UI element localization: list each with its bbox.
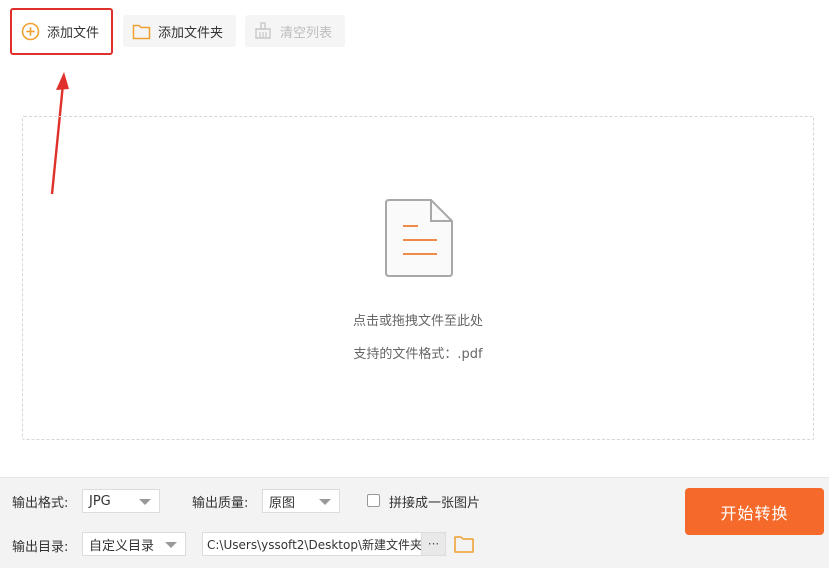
clear-list-button[interactable]: 清空列表 bbox=[245, 15, 345, 47]
drop-hint: 点击或拖拽文件至此处 bbox=[352, 314, 483, 329]
output-quality-value: 原图 bbox=[269, 495, 296, 511]
clear-list-label: 清空列表 bbox=[280, 25, 333, 41]
output-quality-label: 输出质量: bbox=[192, 496, 249, 511]
chevron-down-icon bbox=[139, 499, 151, 505]
chevron-down-icon bbox=[165, 542, 177, 548]
add-file-label: 添加文件 bbox=[47, 25, 100, 41]
document-icon bbox=[385, 199, 453, 277]
open-folder-icon[interactable] bbox=[453, 534, 475, 554]
output-path-field[interactable]: C:\Users\yssoft2\Desktop\新建文件夹\ ··· bbox=[202, 532, 446, 556]
options-bar: 输出格式: JPG 输出质量: 原图 拼接成一张图片 输出目录: 自定义目录 C… bbox=[0, 477, 829, 568]
add-folder-label: 添加文件夹 bbox=[158, 25, 224, 41]
add-file-button[interactable]: 添加文件 bbox=[12, 15, 110, 47]
output-dir-mode: 自定义目录 bbox=[89, 538, 155, 554]
output-quality-select[interactable]: 原图 bbox=[262, 489, 340, 513]
drop-zone[interactable]: 点击或拖拽文件至此处 支持的文件格式：.pdf bbox=[22, 116, 814, 440]
broom-icon bbox=[253, 21, 273, 41]
plus-circle-icon bbox=[20, 21, 40, 41]
output-format-select[interactable]: JPG bbox=[82, 489, 160, 513]
start-convert-button[interactable]: 开始转换 bbox=[685, 488, 824, 535]
output-dir-select[interactable]: 自定义目录 bbox=[82, 532, 186, 556]
add-folder-button[interactable]: 添加文件夹 bbox=[123, 15, 236, 47]
output-path-text: C:\Users\yssoft2\Desktop\新建文件夹\ bbox=[207, 537, 425, 552]
toolbar: 添加文件 添加文件夹 清空列表 bbox=[0, 0, 829, 62]
chevron-down-icon bbox=[319, 499, 331, 505]
merge-checkbox[interactable] bbox=[367, 494, 380, 507]
folder-icon bbox=[131, 21, 151, 41]
supported-formats: 支持的文件格式：.pdf bbox=[353, 347, 483, 362]
output-format-label: 输出格式: bbox=[12, 496, 69, 511]
output-format-value: JPG bbox=[89, 493, 111, 509]
browse-more-button[interactable]: ··· bbox=[421, 533, 445, 555]
output-dir-label: 输出目录: bbox=[12, 540, 69, 555]
merge-label[interactable]: 拼接成一张图片 bbox=[389, 492, 480, 511]
